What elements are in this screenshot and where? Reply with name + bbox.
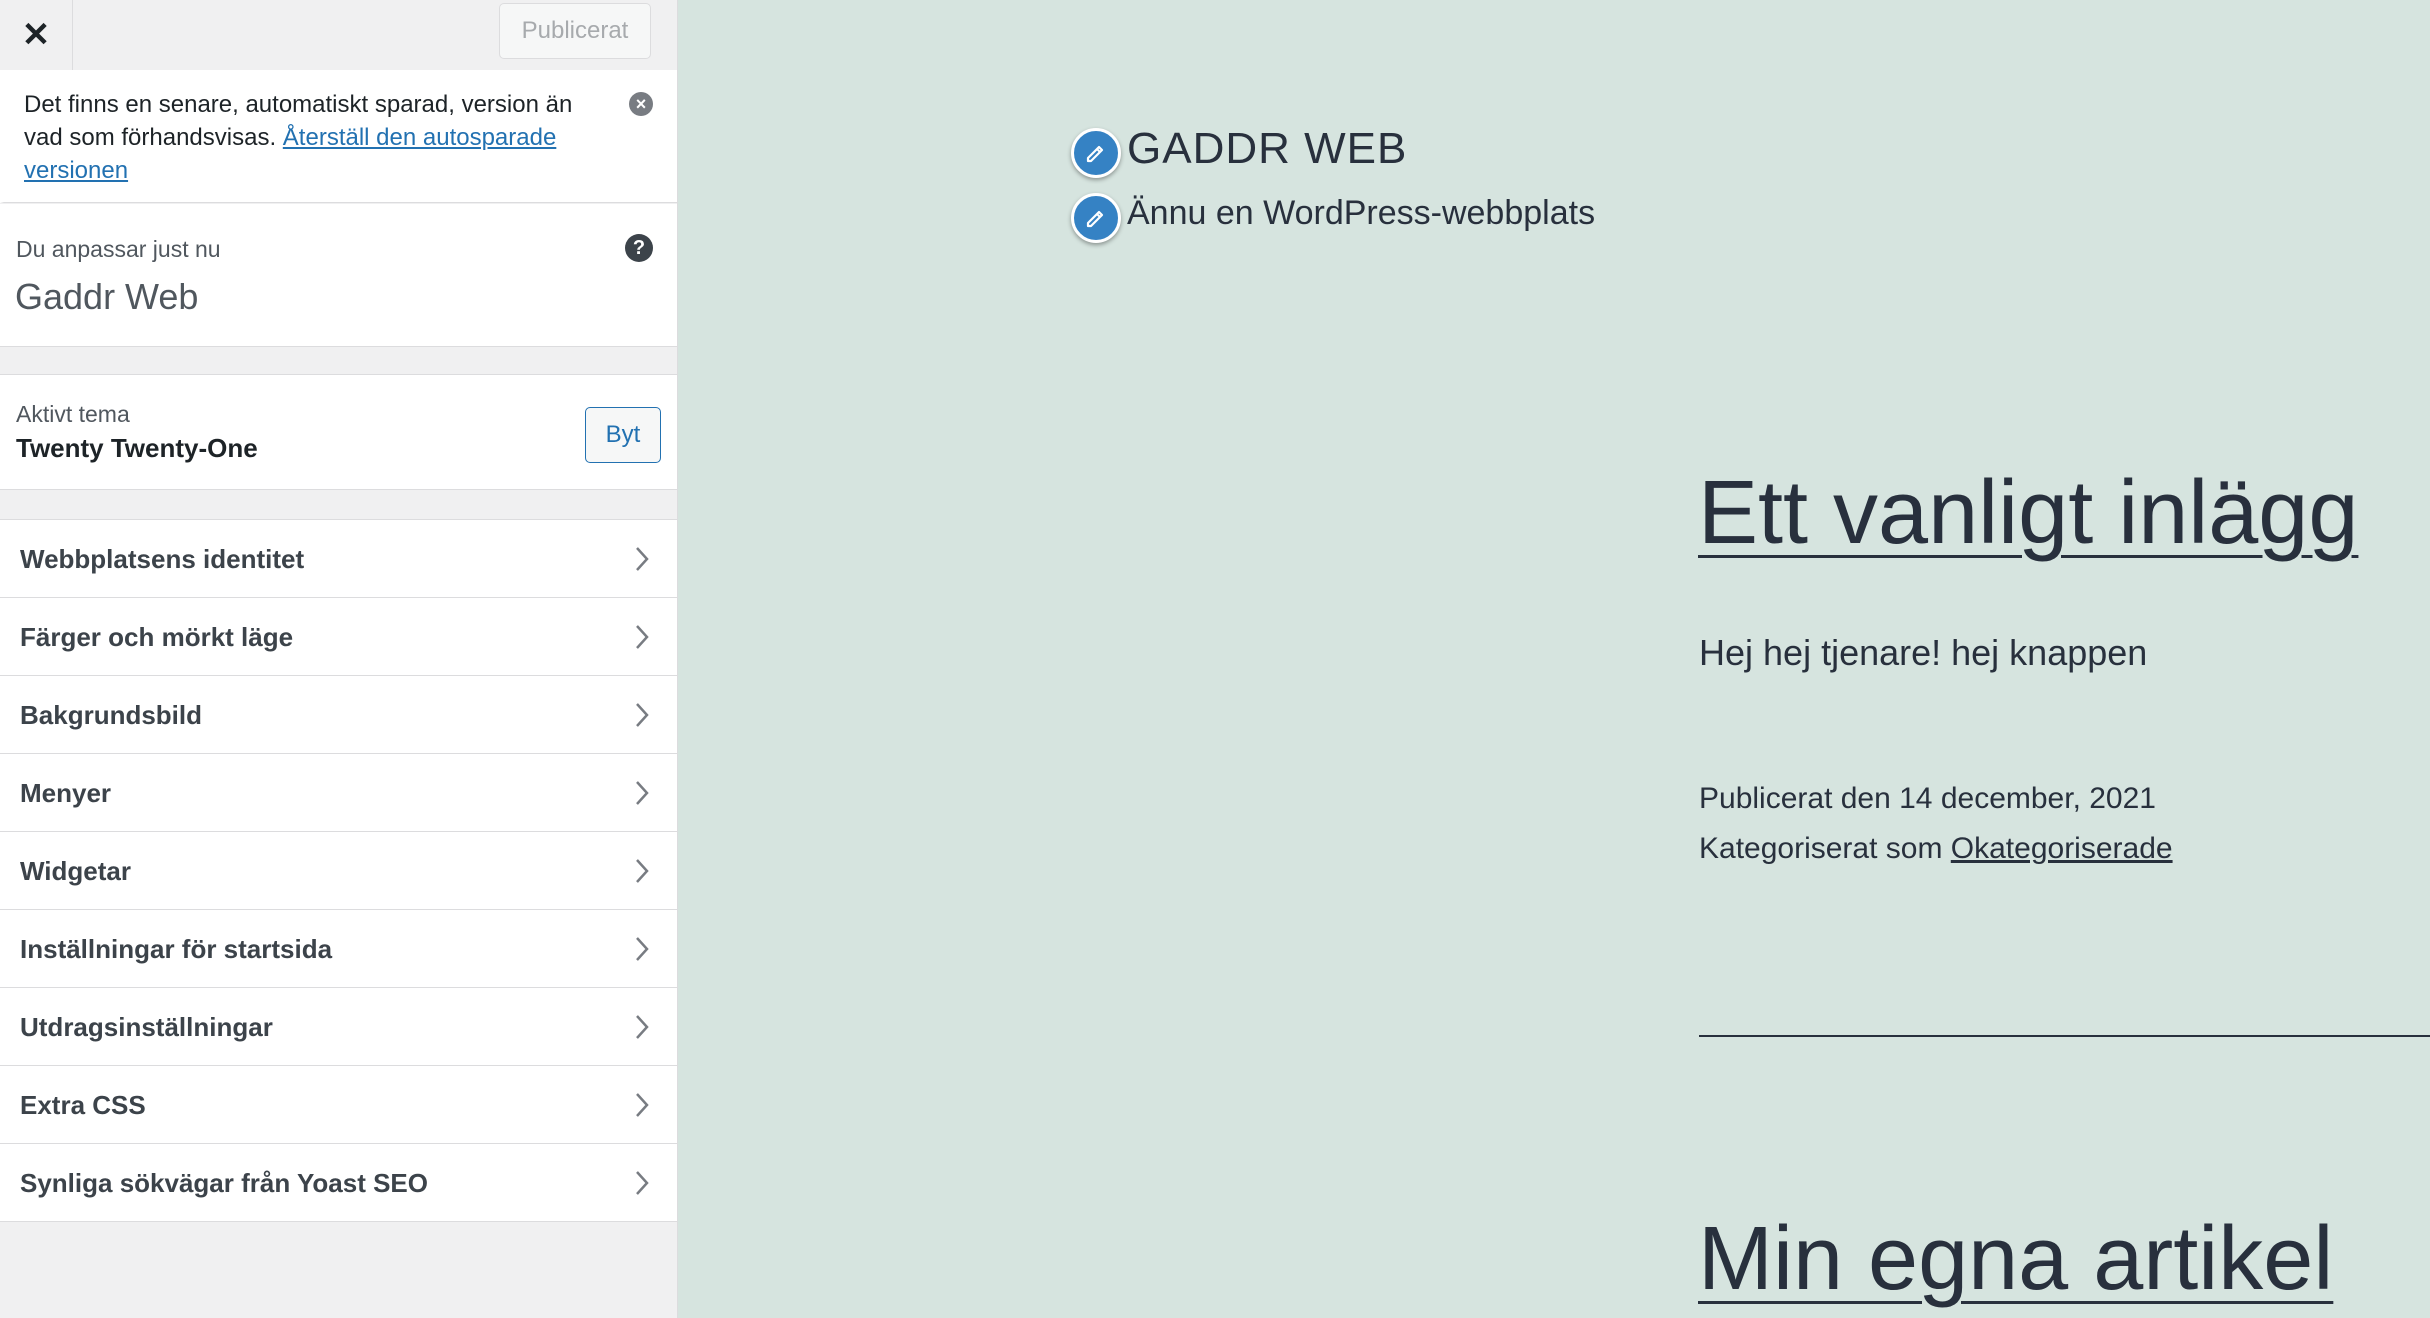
chevron-right-icon: [636, 703, 649, 727]
edit-site-title-button[interactable]: [1071, 128, 1121, 178]
panel-label: Extra CSS: [20, 1090, 146, 1120]
panel-site-identity[interactable]: Webbplatsens identitet: [0, 520, 677, 598]
panel-background-image[interactable]: Bakgrundsbild: [0, 676, 677, 754]
panel-colors-dark-mode[interactable]: Färger och mörkt läge: [0, 598, 677, 676]
site-title[interactable]: GADDR WEB: [1127, 124, 1407, 174]
chevron-right-icon: [636, 859, 649, 883]
pencil-icon: [1086, 210, 1104, 228]
customizer-sidebar: ✕ Publicerat Det finns en senare, automa…: [0, 0, 678, 1318]
customizing-info: Du anpassar just nu Gaddr Web ?: [0, 204, 677, 347]
autosave-notice: Det finns en senare, automatiskt sparad,…: [0, 70, 677, 203]
post-title-link[interactable]: Ett vanligt inlägg: [1698, 462, 2358, 565]
panel-label: Inställningar för startsida: [20, 934, 333, 964]
site-tagline: Ännu en WordPress-webbplats: [1127, 194, 1596, 232]
panel-excerpt-settings[interactable]: Utdragsinställningar: [0, 988, 677, 1066]
panel-widgets[interactable]: Widgetar: [0, 832, 677, 910]
post-separator: [1699, 1035, 2430, 1037]
pencil-icon: [1086, 145, 1104, 163]
dismiss-icon[interactable]: ×: [629, 92, 653, 116]
change-theme-button[interactable]: Byt: [585, 407, 661, 463]
site-name: Gaddr Web: [15, 276, 199, 317]
post-title-link[interactable]: Min egna artikel: [1698, 1208, 2333, 1311]
help-icon[interactable]: ?: [625, 234, 653, 262]
chevron-right-icon: [636, 781, 649, 805]
chevron-right-icon: [636, 1171, 649, 1195]
post-date: Publicerat den 14 december, 2021: [1699, 782, 2156, 815]
panel-label: Färger och mörkt läge: [20, 622, 294, 652]
customizer-header: ✕ Publicerat: [0, 0, 677, 71]
close-icon[interactable]: ✕: [0, 0, 73, 70]
panel-label: Webbplatsens identitet: [20, 544, 305, 574]
post-category-link[interactable]: Okategoriserade: [1951, 832, 2173, 865]
panel-label: Widgetar: [20, 856, 131, 886]
panel-label: Bakgrundsbild: [20, 700, 203, 730]
active-theme-section: Aktivt tema Twenty Twenty-One Byt: [0, 374, 677, 490]
chevron-right-icon: [636, 1093, 649, 1117]
panel-menus[interactable]: Menyer: [0, 754, 677, 832]
panel-label: Synliga sökvägar från Yoast SEO: [20, 1168, 428, 1198]
post-categories: Kategoriserat som Okategoriserade: [1699, 832, 2173, 866]
active-theme-label: Aktivt tema: [16, 401, 130, 427]
panel-yoast-breadcrumbs[interactable]: Synliga sökvägar från Yoast SEO: [0, 1144, 677, 1222]
panel-label: Utdragsinställningar: [20, 1012, 273, 1042]
post-excerpt: Hej hej tjenare! hej knappen: [1699, 632, 2148, 673]
site-preview: GADDR WEB Ännu en WordPress-webbplats Et…: [678, 0, 2430, 1318]
publish-button[interactable]: Publicerat: [499, 3, 651, 59]
chevron-right-icon: [636, 937, 649, 961]
edit-site-tagline-button[interactable]: [1071, 193, 1121, 243]
panel-additional-css[interactable]: Extra CSS: [0, 1066, 677, 1144]
panel-label: Menyer: [20, 778, 112, 808]
panel-list: Webbplatsens identitet Färger och mörkt …: [0, 519, 677, 1222]
chevron-right-icon: [636, 1015, 649, 1039]
panel-homepage-settings[interactable]: Inställningar för startsida: [0, 910, 677, 988]
customizing-label: Du anpassar just nu: [16, 236, 221, 262]
active-theme-name: Twenty Twenty-One: [16, 433, 258, 463]
chevron-right-icon: [636, 547, 649, 571]
chevron-right-icon: [636, 625, 649, 649]
post-category-prefix: Kategoriserat som: [1699, 832, 1951, 865]
